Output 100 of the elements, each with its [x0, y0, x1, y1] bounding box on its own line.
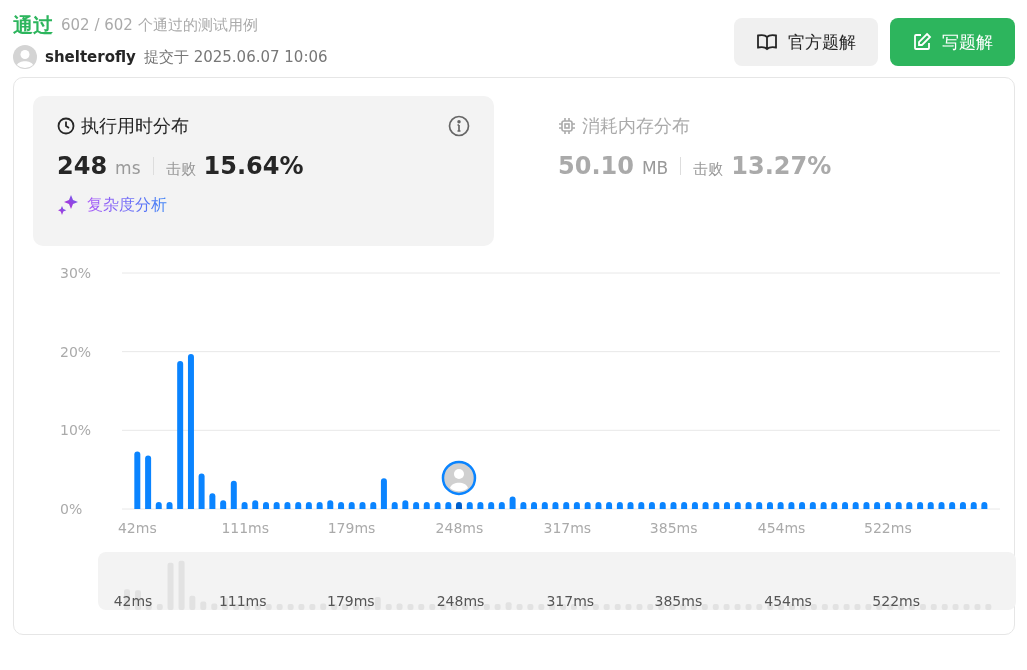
chart-bar[interactable]	[959, 501, 966, 509]
chart-bar[interactable]	[509, 496, 516, 509]
chart-bar[interactable]	[820, 501, 827, 509]
chart-bar[interactable]	[573, 501, 580, 509]
chart-bar[interactable]	[198, 473, 205, 509]
info-icon[interactable]	[448, 115, 470, 137]
test-summary: 602 / 602 个通过的测试用例	[61, 16, 258, 35]
chart-bar[interactable]	[423, 501, 430, 509]
chart-bar[interactable]	[241, 501, 248, 509]
chart-bar[interactable]	[606, 501, 613, 509]
chart-bar[interactable]	[359, 501, 366, 509]
chart-bar[interactable]	[595, 501, 602, 509]
chart-bar[interactable]	[788, 501, 795, 509]
chart-bar[interactable]	[895, 501, 902, 509]
chart-bar[interactable]	[370, 501, 377, 509]
chart-bar[interactable]	[263, 501, 269, 509]
chart-bar[interactable]	[702, 501, 709, 509]
chart-bar[interactable]	[230, 480, 237, 509]
chart-bar[interactable]	[724, 501, 730, 509]
chart-bar[interactable]	[327, 500, 334, 509]
axis-label: 522ms	[864, 520, 912, 536]
chart-bar[interactable]	[520, 501, 527, 509]
chart-bar[interactable]	[273, 501, 280, 509]
axis-label: 454ms	[764, 593, 812, 609]
axis-label: 179ms	[327, 520, 376, 536]
chart-bar[interactable]	[187, 354, 194, 509]
chart-bar[interactable]	[949, 501, 956, 509]
avatar-icon	[13, 45, 37, 69]
status-text: 通过	[13, 12, 53, 39]
chart-bar[interactable]	[734, 501, 741, 509]
chart-bar[interactable]	[927, 501, 934, 509]
chart-bar[interactable]	[552, 501, 559, 509]
chart-bar[interactable]	[713, 501, 720, 509]
chart-bar[interactable]	[305, 501, 312, 509]
chart-bar[interactable]	[863, 501, 870, 509]
stat-panel[interactable]: 执行用时分布 248 ms 击败 15.64% 复杂度分析	[33, 96, 494, 246]
chart-bar[interactable]	[338, 501, 345, 509]
chart-bar[interactable]	[348, 501, 355, 509]
chart-bar[interactable]	[917, 501, 924, 509]
chart-bar[interactable]	[145, 455, 152, 509]
chart-bar[interactable]	[809, 501, 816, 509]
stat-title: 执行用时分布	[81, 114, 190, 138]
axis-label: 317ms	[543, 520, 592, 536]
range-navigator[interactable]: 42ms 111ms 179ms 248ms 317ms 385ms 454ms 522ms	[98, 552, 1016, 610]
chart-bar[interactable]	[413, 501, 420, 509]
chart-bar[interactable]	[981, 501, 988, 509]
chart-bar[interactable]	[627, 501, 634, 509]
chart-bar[interactable]	[745, 501, 752, 509]
chart-bar[interactable]	[831, 501, 838, 509]
chart-bar[interactable]	[316, 501, 323, 509]
chart-bar[interactable]	[906, 501, 913, 509]
chart-bar[interactable]	[756, 501, 763, 509]
axis-label: 10%	[60, 422, 92, 439]
chart-bar[interactable]	[691, 501, 698, 509]
chart-bar[interactable]	[134, 451, 141, 509]
chart-bar[interactable]	[177, 361, 184, 509]
axis-label: 111ms	[218, 593, 267, 609]
chart-bar[interactable]	[638, 501, 645, 509]
chart-bar[interactable]	[455, 501, 462, 509]
chart-bar[interactable]	[767, 501, 773, 509]
chart-bar[interactable]	[402, 500, 409, 509]
chart-bar[interactable]	[938, 501, 945, 509]
axis-label: 42ms	[117, 520, 157, 536]
chart-bar[interactable]	[466, 501, 473, 509]
chart-bar[interactable]	[842, 501, 849, 509]
chart-bar[interactable]	[799, 501, 806, 509]
chart-bar[interactable]	[488, 501, 495, 509]
chart-bar[interactable]	[220, 500, 227, 509]
chart-bar[interactable]	[777, 501, 784, 509]
chart-bar[interactable]	[648, 501, 655, 509]
beats-label: 击败	[693, 160, 724, 179]
chart-bar[interactable]	[541, 501, 548, 509]
axis-label: 0%	[60, 501, 83, 517]
chart-bar[interactable]	[670, 501, 677, 509]
chart-bar[interactable]	[584, 501, 591, 509]
chart-bar[interactable]	[284, 501, 291, 509]
chart-bar[interactable]	[209, 493, 216, 509]
chart-bar[interactable]	[477, 501, 484, 509]
axis-label: 20%	[60, 343, 92, 360]
chart-bar[interactable]	[970, 501, 977, 509]
chart-bar[interactable]	[380, 478, 387, 509]
chart-bar[interactable]	[884, 501, 891, 509]
chart-bar[interactable]	[874, 501, 881, 509]
chart-bar[interactable]	[155, 501, 162, 509]
chart-bar[interactable]	[563, 501, 570, 509]
chart-bar[interactable]	[659, 501, 666, 509]
chart-bar[interactable]	[445, 501, 452, 509]
chart-bar[interactable]	[434, 501, 441, 509]
username[interactable]: shelterofly	[45, 48, 136, 66]
chart-bar[interactable]	[616, 501, 623, 509]
axis-label: 454ms	[757, 520, 806, 536]
chart-bar[interactable]	[681, 501, 688, 509]
solution-button[interactable]: 官方题解	[734, 18, 878, 66]
chart-bar[interactable]	[531, 501, 538, 509]
chart-bar[interactable]	[498, 501, 505, 509]
chart-bar[interactable]	[852, 501, 859, 509]
chart-bar[interactable]	[252, 500, 259, 509]
chart-bar[interactable]	[166, 501, 173, 509]
chart-bar[interactable]	[391, 501, 398, 509]
chart-bar[interactable]	[295, 501, 302, 509]
